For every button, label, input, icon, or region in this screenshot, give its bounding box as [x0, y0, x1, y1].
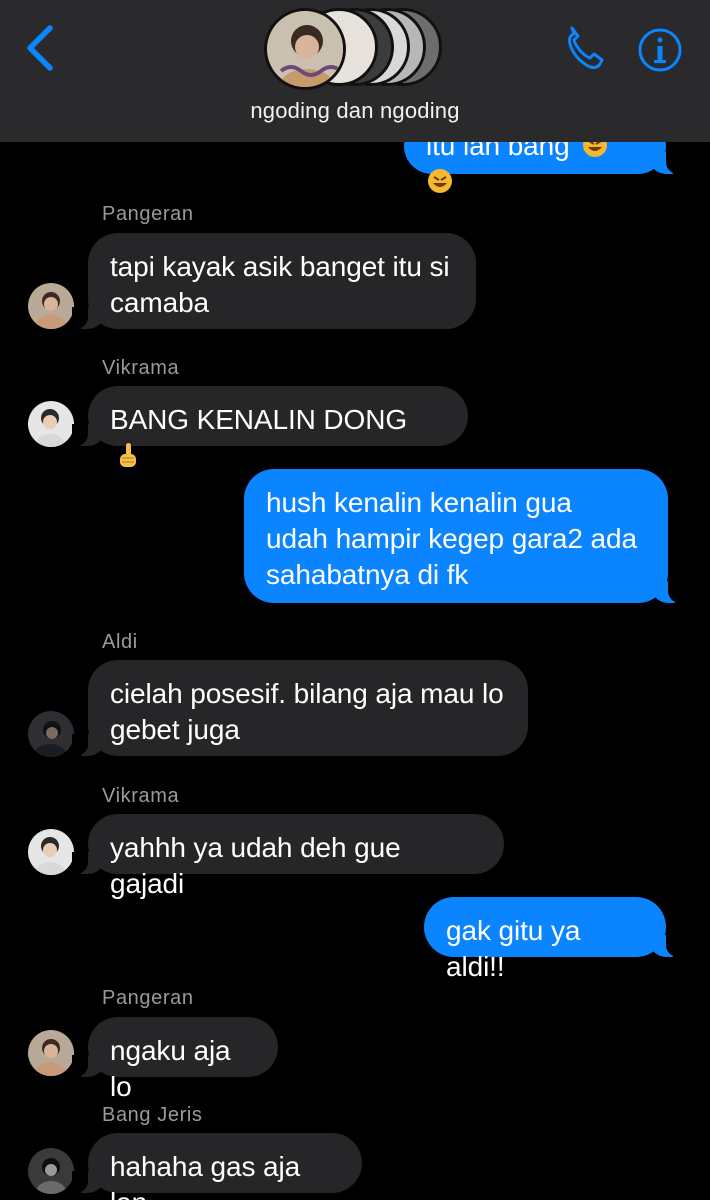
message-text: hahaha gas aja lan [110, 1151, 301, 1200]
avatar-vikrama[interactable] [28, 401, 74, 447]
message-list[interactable]: itu lan bang Pangeran tapi kayak asik ba… [0, 0, 710, 1200]
sender-name: Pangeran [102, 987, 194, 1009]
message-bubble-incoming[interactable]: hahaha gas aja lan [72, 1133, 362, 1200]
info-icon [638, 28, 682, 72]
message-text: ngaku aja lo [110, 1035, 239, 1102]
info-button[interactable] [636, 26, 684, 74]
message-text: tapi kayak asik banget itu si camaba [110, 251, 450, 318]
back-button[interactable] [20, 22, 64, 74]
sender-name: Vikrama [102, 785, 180, 807]
avatar-vikrama[interactable] [28, 829, 74, 875]
chat-screen: itu lan bang Pangeran tapi kayak asik ba… [0, 0, 710, 1200]
chevron-left-icon [27, 25, 53, 71]
sender-name: Pangeran [102, 203, 194, 225]
sender-name: Vikrama [102, 357, 180, 379]
avatar-pangeran[interactable] [28, 1030, 74, 1076]
message-bubble-incoming[interactable]: cielah posesif. bilang aja mau lo gebet … [72, 660, 528, 756]
message-text: yahhh ya udah deh gue gajadi [110, 832, 409, 899]
group-name-title[interactable]: ngoding dan ngoding [0, 98, 710, 124]
message-bubble-outgoing[interactable]: hush kenalin kenalin gua udah hampir keg… [244, 469, 684, 603]
message-bubble-incoming[interactable]: yahhh ya udah deh gue gajadi [72, 814, 504, 899]
call-button[interactable] [562, 26, 612, 76]
phone-icon [568, 26, 604, 70]
sender-name: Bang Jeris [102, 1104, 203, 1126]
message-bubble-outgoing[interactable]: gak gitu ya aldi!! [424, 897, 682, 982]
rofl-emoji-icon [428, 169, 452, 193]
message-text: BANG KENALIN DONG [110, 404, 408, 435]
pointing-up-emoji-icon [120, 443, 136, 467]
message-text: gak gitu ya aldi!! [446, 915, 589, 982]
group-avatar-stack[interactable] [264, 8, 448, 90]
conversation-header: ngoding dan ngoding [0, 0, 710, 142]
avatar-aldi[interactable] [28, 711, 74, 757]
message-bubble-incoming[interactable]: tapi kayak asik banget itu si camaba [72, 233, 476, 329]
sender-name: Aldi [102, 631, 138, 653]
message-text: hush kenalin kenalin gua udah hampir keg… [266, 487, 637, 590]
avatar-pangeran[interactable] [28, 283, 74, 329]
message-bubble-incoming[interactable]: ngaku aja lo [72, 1017, 278, 1102]
message-bubble-incoming[interactable]: BANG KENALIN DONG [72, 386, 468, 467]
avatar-bang-jeris[interactable] [28, 1148, 74, 1194]
group-avatar [264, 8, 346, 90]
message-text: cielah posesif. bilang aja mau lo gebet … [110, 678, 504, 745]
